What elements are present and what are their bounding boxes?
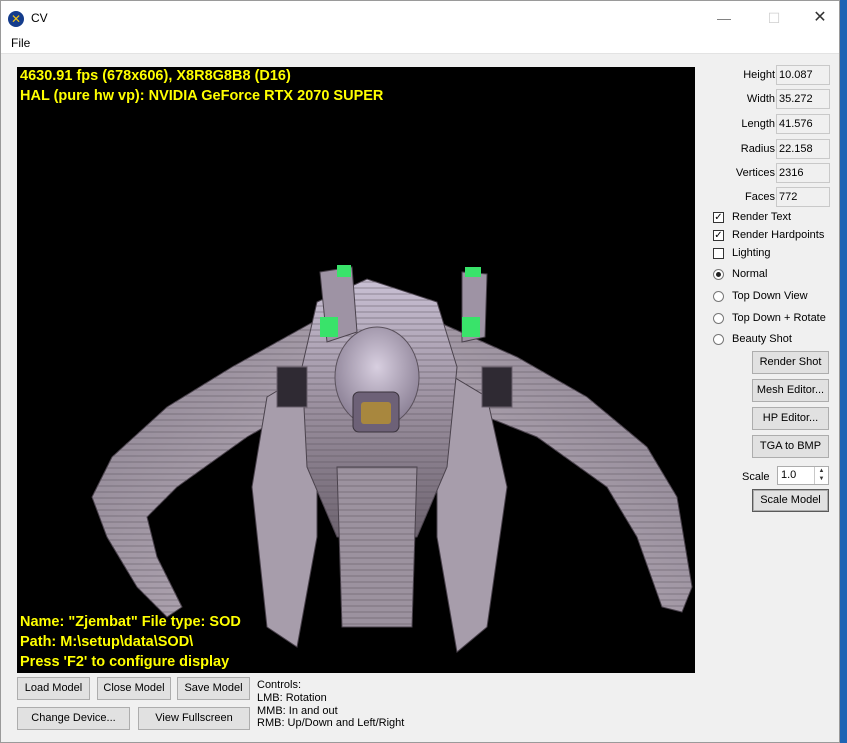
prop-value: 22.158 <box>776 139 830 159</box>
prop-label: Faces <box>745 191 775 203</box>
prop-value: 772 <box>776 187 830 207</box>
checkbox-box[interactable]: ✓ <box>713 212 724 223</box>
spin-up-icon[interactable]: ▲ <box>815 467 828 475</box>
maximize-button[interactable]: ☐ <box>751 1 797 35</box>
prop-label: Height <box>743 69 775 81</box>
hp-editor-button[interactable]: HP Editor... <box>752 407 829 430</box>
prop-value: 2316 <box>776 163 830 183</box>
model-name-info: Name: "Zjembat" File type: SOD <box>20 614 241 630</box>
close-button[interactable]: ✕ <box>797 1 839 35</box>
checkbox-box[interactable] <box>713 248 724 259</box>
menu-file[interactable]: File <box>11 36 30 50</box>
prop-value: 10.087 <box>776 65 830 85</box>
prop-radius: Radius 22.158 <box>706 139 836 161</box>
radio-button[interactable] <box>713 334 724 345</box>
prop-label: Vertices <box>735 167 775 179</box>
render-viewport[interactable]: 4630.91 fps (678x606), X8R8G8B8 (D16) HA… <box>17 67 695 673</box>
desktop-background <box>840 0 847 743</box>
controls-heading: Controls: <box>257 679 302 691</box>
prop-label: Radius <box>740 143 775 155</box>
radio-button[interactable] <box>713 291 724 302</box>
radio-label: Top Down + Rotate <box>732 312 826 324</box>
minimize-button[interactable]: — <box>701 1 747 35</box>
scale-spinner[interactable]: 1.0 ▲ ▼ <box>777 466 829 485</box>
radio-button[interactable] <box>713 313 724 324</box>
radio-label: Beauty Shot <box>732 333 792 345</box>
fps-info: 4630.91 fps (678x606), X8R8G8B8 (D16) <box>20 68 291 84</box>
checkbox-label: Render Hardpoints <box>732 229 825 241</box>
controls-rmb: RMB: Up/Down and Left/Right <box>257 717 405 730</box>
device-info: HAL (pure hw vp): NVIDIA GeForce RTX 207… <box>20 88 384 104</box>
render-shot-button[interactable]: Render Shot <box>752 351 829 374</box>
view-fullscreen-button[interactable]: View Fullscreen <box>138 707 250 730</box>
save-model-button[interactable]: Save Model <box>177 677 250 700</box>
spin-down-icon[interactable]: ▼ <box>815 475 828 483</box>
window-title: CV <box>31 11 48 25</box>
prop-width: Width 35.272 <box>706 89 836 111</box>
prop-value: 41.576 <box>776 114 830 134</box>
prop-height: Height 10.087 <box>706 65 836 87</box>
radio-label: Normal <box>732 268 768 280</box>
prop-faces: Faces 772 <box>706 187 836 209</box>
checkbox-label: Render Text <box>732 211 792 223</box>
title-bar[interactable]: ✕ CV — ☐ ✕ <box>1 1 839 35</box>
scale-label: Scale <box>742 471 770 483</box>
controls-mmb: MMB: In and out <box>257 704 338 717</box>
scale-value[interactable]: 1.0 <box>781 469 796 481</box>
configure-hint: Press 'F2' to configure display <box>20 654 230 670</box>
checkbox-label: Lighting <box>732 247 771 259</box>
change-device-button[interactable]: Change Device... <box>17 707 130 730</box>
app-icon[interactable]: ✕ <box>8 11 24 27</box>
spinner-arrows[interactable]: ▲ ▼ <box>814 467 828 484</box>
ship-model-render <box>91 265 693 653</box>
app-window: ✕ CV — ☐ ✕ File 4630.91 fps (678x606), X… <box>0 0 840 743</box>
prop-label: Length <box>741 118 775 130</box>
tga-to-bmp-button[interactable]: TGA to BMP <box>752 435 829 458</box>
load-model-button[interactable]: Load Model <box>17 677 90 700</box>
prop-label: Width <box>746 93 775 105</box>
close-model-button[interactable]: Close Model <box>97 677 171 700</box>
mesh-editor-button[interactable]: Mesh Editor... <box>752 379 829 402</box>
controls-help: Controls: LMB: Rotation MMB: In and out … <box>257 679 404 730</box>
checkbox-box[interactable]: ✓ <box>713 230 724 241</box>
model-path-info: Path: M:\setup\data\SOD\ <box>20 634 194 650</box>
radio-button[interactable] <box>713 269 724 280</box>
scale-model-button[interactable]: Scale Model <box>752 489 829 512</box>
prop-value: 35.272 <box>776 89 830 109</box>
prop-vertices: Vertices 2316 <box>706 163 836 185</box>
prop-length: Length 41.576 <box>706 114 836 136</box>
menu-bar: File <box>1 35 839 54</box>
radio-label: Top Down View <box>732 290 808 302</box>
controls-lmb: LMB: Rotation <box>257 691 327 704</box>
